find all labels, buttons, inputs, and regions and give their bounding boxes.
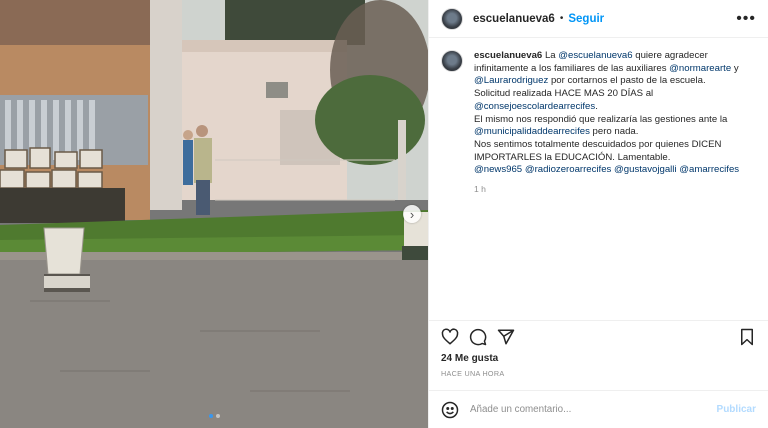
caption-text-segment: por cortarnos el pasto de la escuela. (548, 75, 706, 87)
caption-username[interactable]: escuelanueva6 (474, 50, 542, 61)
carousel-dot-2 (215, 414, 220, 418)
follow-button[interactable]: Seguir (568, 13, 604, 25)
mention-link[interactable]: @amarrecifes (679, 164, 739, 175)
caption-text-segment: pero nada. (589, 126, 639, 138)
caption-text-segment: y (731, 62, 739, 74)
caption-text-segment: . (595, 100, 598, 112)
mention-link[interactable]: @news965 (474, 164, 522, 175)
more-dots-icon[interactable]: ••• (736, 10, 756, 27)
avatar[interactable] (441, 7, 463, 30)
caption-text-segment: La (542, 50, 559, 61)
mention-link[interactable]: @normarearte (669, 63, 731, 74)
chevron-right-icon: › (409, 206, 415, 222)
caption-text: escuelanueva6 La @escuelanueva6 quiere a… (474, 50, 756, 177)
publish-button[interactable]: Publicar (717, 404, 756, 415)
heart-icon[interactable] (441, 327, 459, 346)
carousel-next-button[interactable]: › (403, 205, 421, 223)
smiley-icon[interactable] (441, 401, 459, 419)
caption-text-segment: Nos sentimos totalmente descuidados por … (474, 138, 722, 163)
post-photo[interactable]: › (0, 0, 428, 428)
caption-text-segment: El mismo nos respondió que realizaría la… (474, 113, 728, 125)
caption: escuelanueva6 La @escuelanueva6 quiere a… (441, 50, 756, 196)
carousel-dot-1 (208, 414, 213, 418)
caption-time: 1 h (474, 184, 486, 195)
bookmark-icon[interactable] (738, 328, 756, 346)
add-comment-bar: Publicar (429, 390, 768, 428)
mention-link[interactable]: @Laurarodriguez (474, 75, 548, 86)
caption-segments: La @escuelanueva6 quiere agradecer infin… (474, 50, 739, 175)
header-separator: • (559, 13, 564, 24)
mention-link[interactable]: @consejoescolardearrecifes (474, 101, 595, 112)
post-header: escuelanueva6 • Seguir ••• (429, 0, 768, 38)
like-count[interactable]: 24 Me gusta (429, 353, 768, 365)
comment-input[interactable] (470, 404, 717, 415)
mention-link[interactable]: @escuelanueva6 (558, 50, 632, 61)
mention-link[interactable]: @gustavojgalli (614, 164, 677, 175)
paper-plane-icon[interactable] (497, 328, 515, 346)
mention-link[interactable]: @municipalidaddearrecifes (474, 126, 590, 137)
caption-body: escuelanueva6 La @escuelanueva6 quiere a… (474, 50, 756, 196)
photo-scene (0, 0, 428, 428)
carousel-indicator (0, 414, 428, 418)
caption-text-segment: Solicitud realizada HACE MAS 20 DÍAS al (474, 88, 654, 100)
post-timestamp: HACE UNA HORA (441, 369, 505, 378)
caption-avatar[interactable] (441, 50, 463, 72)
post-side-panel: escuelanueva6 • Seguir ••• escuelanueva6… (428, 0, 768, 428)
comment-icon[interactable] (469, 328, 487, 346)
comments-section: escuelanueva6 La @escuelanueva6 quiere a… (429, 38, 768, 320)
mention-link[interactable]: @radiozeroarrecifes (525, 164, 612, 175)
action-bar (429, 320, 768, 352)
header-username[interactable]: escuelanueva6 (473, 13, 555, 25)
instagram-post: › escuelanueva6 • Seguir ••• escuelanuev… (0, 0, 768, 428)
